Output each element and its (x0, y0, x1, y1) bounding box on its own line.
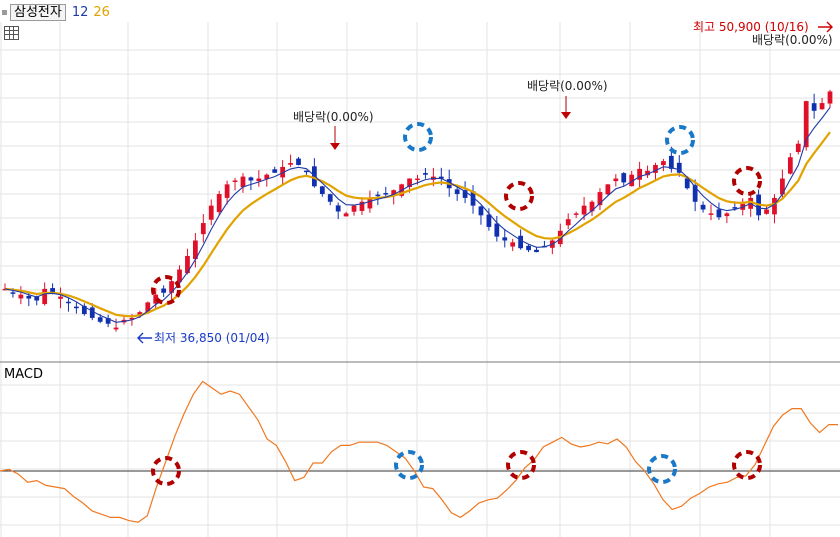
candle-body (335, 205, 341, 212)
candle-body (581, 205, 587, 215)
candle-body (177, 269, 182, 282)
candle-body (454, 189, 460, 195)
candle-body (827, 91, 833, 104)
candle-body (375, 194, 381, 197)
candle-body (510, 242, 516, 247)
candle-body (200, 223, 206, 235)
candle-body (224, 184, 230, 198)
dividend-label: 배당락(0.00%) (293, 110, 374, 124)
candle-body (113, 327, 119, 330)
candle-body (248, 177, 254, 181)
candle-body (383, 193, 389, 195)
dividend-label: 배당락(0.00%) (752, 33, 833, 47)
candle-body (327, 194, 333, 202)
macd-label: MACD (4, 367, 43, 382)
candle-body (700, 204, 706, 210)
candle-body (494, 223, 500, 237)
high-arrow-icon (818, 21, 833, 33)
candle-body (621, 173, 627, 183)
candle-body (216, 194, 222, 213)
candle-body (565, 219, 571, 226)
candle-body (613, 178, 619, 182)
table-grid-icon[interactable] (4, 26, 19, 40)
candle-body (272, 169, 278, 173)
candle-body (486, 214, 492, 227)
low-price-label: 최저 36,850 (01/04) (154, 331, 270, 345)
panel-handle-icon[interactable] (2, 9, 7, 15)
crossover-marker (504, 181, 534, 211)
candle-body (232, 180, 238, 182)
candle-body (605, 184, 611, 195)
chart-header: 삼성전자 12 26 (0, 3, 110, 21)
candle-body (256, 178, 262, 182)
candle-body (787, 157, 793, 174)
candle-body (10, 292, 16, 294)
ma-long-label: 26 (93, 4, 110, 20)
candle-body (795, 143, 801, 152)
low-arrow-icon (137, 332, 152, 344)
candle-body (208, 205, 214, 220)
candle-body (415, 178, 420, 181)
ma-short-label: 12 (71, 4, 89, 20)
candle-body (478, 206, 484, 216)
candle-body (708, 213, 714, 215)
candle-body (716, 209, 722, 218)
candle-body (518, 235, 524, 249)
dividend-label: 배당락(0.00%) (527, 79, 608, 93)
candle-body (288, 163, 293, 165)
candle-body (534, 249, 539, 253)
candle-body (811, 103, 817, 111)
stock-chart: MACD 배당락(0.00%) 배당락(0.00%) 배당락(0.00%) 최고… (0, 20, 840, 537)
crossover-marker (394, 450, 424, 480)
candle-body (161, 288, 167, 293)
stock-name[interactable]: 삼성전자 (10, 3, 66, 21)
candle-body (819, 103, 825, 110)
candle-body (18, 294, 24, 299)
candle-body (573, 213, 579, 215)
candle-body (772, 197, 777, 215)
candle-body (764, 209, 769, 214)
candle-body (97, 317, 103, 322)
candle-body (58, 296, 63, 299)
candle-body (26, 295, 32, 299)
candle-body (343, 213, 349, 217)
candle-body (724, 213, 730, 217)
candle-body (42, 288, 48, 305)
candle-body (661, 161, 666, 166)
crossover-marker (732, 166, 762, 196)
candle-body (296, 158, 301, 165)
candle-body (526, 245, 531, 251)
dividend-arrow-icon (561, 112, 571, 119)
macd-line (0, 380, 838, 523)
crossover-marker (665, 125, 695, 155)
candle-body (74, 306, 79, 309)
candle-body (240, 176, 246, 188)
candle-body (502, 237, 508, 241)
candle-body (66, 301, 71, 304)
candle-body (319, 186, 325, 195)
high-price-label: 최고 50,900 (10/16) (693, 20, 809, 34)
candle-body (351, 205, 357, 212)
candle-body (423, 173, 428, 175)
